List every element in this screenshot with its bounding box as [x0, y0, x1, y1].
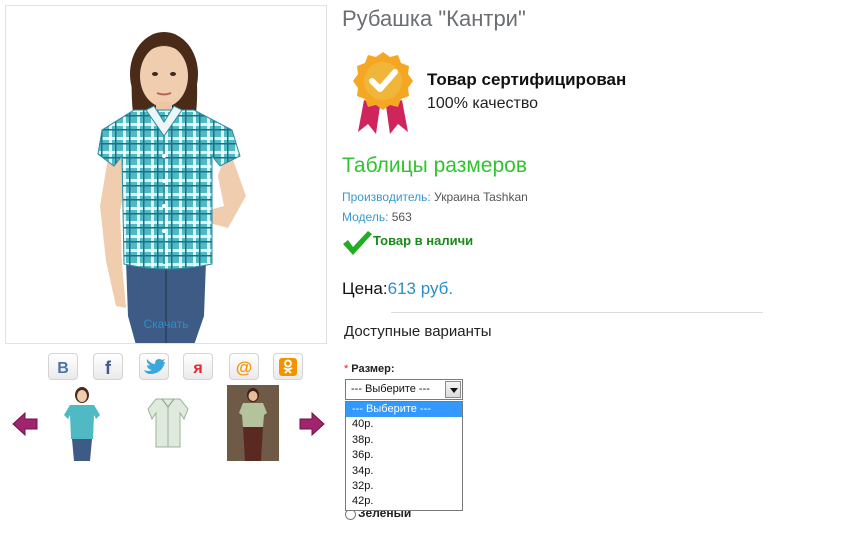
facebook-share-button[interactable]: f: [93, 353, 123, 380]
size-label: * Размер:: [344, 363, 395, 375]
odnoklassniki-share-button[interactable]: [273, 353, 303, 380]
odnoklassniki-icon: [279, 357, 297, 376]
model-row: Модель: 563: [342, 210, 412, 224]
certified-title: Товар сертифицирован: [427, 70, 627, 89]
svg-text:f: f: [105, 358, 112, 376]
mailru-at-icon: @: [236, 358, 253, 377]
mailru-share-button[interactable]: @: [229, 353, 259, 380]
vk-share-button[interactable]: B: [48, 353, 78, 380]
arrow-right-icon[interactable]: [299, 411, 325, 437]
vk-icon: B: [57, 360, 69, 376]
twitter-bird-icon: [144, 358, 165, 374]
facebook-icon: f: [105, 358, 112, 376]
download-link[interactable]: Скачать: [6, 317, 326, 331]
thumbnail-carousel: [0, 380, 330, 465]
svg-text:@: @: [236, 358, 253, 377]
price-value: 613 руб.: [387, 279, 454, 298]
svg-text:я: я: [192, 360, 202, 376]
divider: [391, 312, 763, 313]
available-options-heading: Доступные варианты: [344, 323, 492, 340]
product-title: Рубашка "Кантри": [342, 6, 526, 31]
yandex-share-button[interactable]: я: [183, 353, 213, 380]
main-product-photo[interactable]: Скачать: [5, 5, 327, 344]
manufacturer-label[interactable]: Производитель:: [342, 190, 431, 204]
stock-status: Товар в наличи: [373, 233, 474, 248]
certified-subtitle: 100% качество: [427, 95, 539, 112]
required-mark: *: [344, 363, 349, 375]
chevron-down-icon[interactable]: [445, 381, 461, 398]
size-option[interactable]: 38р.: [346, 433, 462, 448]
certified-badge-icon: [353, 52, 413, 134]
size-tables-link[interactable]: Таблицы размеров: [342, 154, 527, 178]
price-row: Цена:613 руб.: [342, 279, 453, 299]
thumbnail-girl-front[interactable]: [56, 385, 108, 461]
size-option[interactable]: --- Выберите ---: [346, 402, 462, 418]
size-dropdown-list: --- Выберите --- 40р. 38р. 36р. 34р. 32р…: [345, 401, 463, 511]
size-option[interactable]: 34р.: [346, 464, 462, 479]
model-value: 563: [391, 210, 412, 224]
manufacturer-value: Украина Tashkan: [434, 190, 528, 204]
size-option[interactable]: 42р.: [346, 494, 462, 509]
yandex-icon: я: [192, 360, 202, 376]
price-label: Цена:: [342, 279, 388, 298]
in-stock-checkmark-icon: [343, 231, 372, 255]
size-label-text: Размер:: [351, 363, 395, 375]
thumbnail-girl-brown[interactable]: [227, 385, 279, 461]
thumbnail-shirt-only[interactable]: [142, 385, 194, 461]
girl-in-plaid-shirt-image: [97, 32, 246, 343]
size-option[interactable]: 36р.: [346, 448, 462, 463]
model-label: Модель:: [342, 210, 389, 224]
arrow-left-icon[interactable]: [12, 411, 38, 437]
size-select[interactable]: --- Выберите ---: [345, 379, 463, 400]
twitter-share-button[interactable]: [139, 353, 169, 380]
manufacturer-row: Производитель: Украина Tashkan: [342, 190, 528, 204]
size-option[interactable]: 40р.: [346, 417, 462, 432]
svg-text:B: B: [57, 360, 69, 376]
size-option[interactable]: 32р.: [346, 479, 462, 494]
size-select-value: --- Выберите ---: [351, 383, 430, 395]
